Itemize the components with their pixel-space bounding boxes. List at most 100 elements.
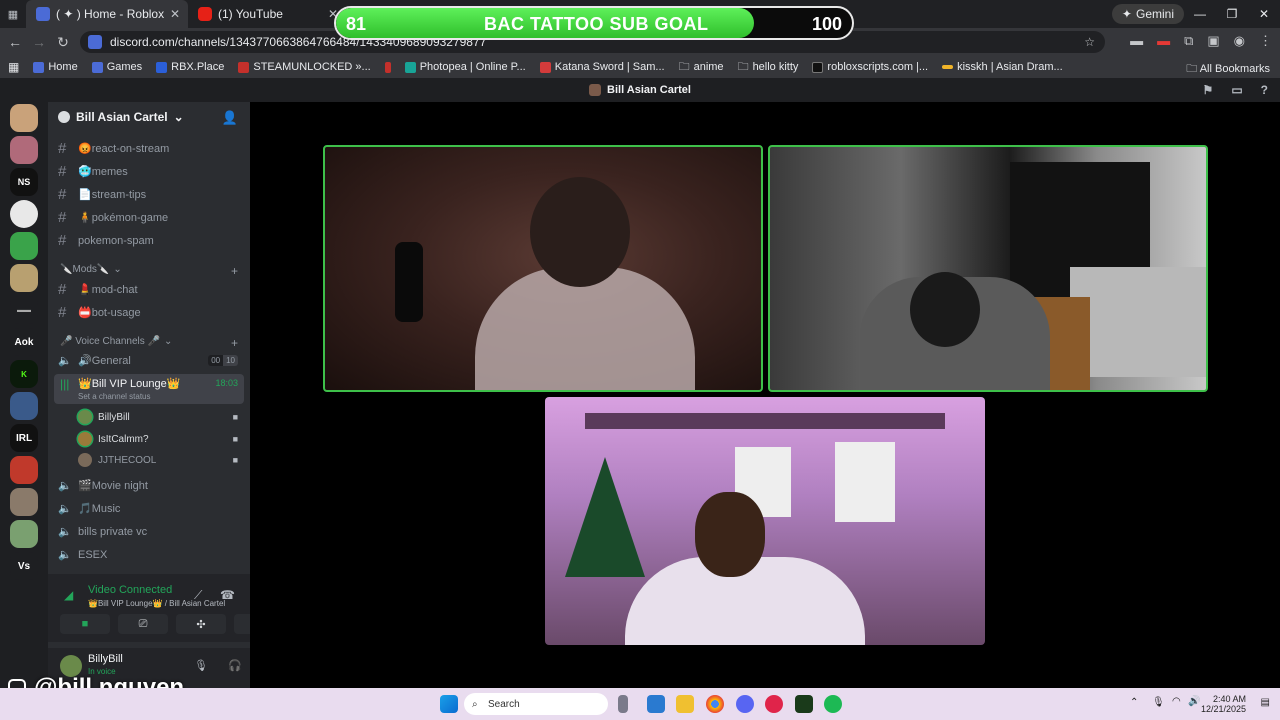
category-mods[interactable]: 🔪Mods🔪 ⌄ + [60, 264, 238, 278]
invite-people-icon[interactable]: 👤 [222, 110, 238, 126]
bookmark-red[interactable] [384, 61, 391, 73]
screenshare-button[interactable]: ⎚ [118, 614, 168, 634]
headphones-icon[interactable]: 🎧 [228, 659, 242, 672]
windows-start-icon[interactable] [440, 695, 458, 713]
chrome-icon[interactable] [706, 695, 724, 713]
bookmark-robloxscripts[interactable]: robloxscripts.com |... [812, 61, 928, 73]
site-info-icon[interactable] [88, 35, 102, 49]
minimize-icon[interactable]: — [1184, 7, 1216, 21]
bookmark-home[interactable]: Home [33, 61, 78, 73]
tab-search-icon[interactable]: ▦ [0, 8, 26, 21]
add-channel-icon[interactable]: + [231, 336, 238, 350]
connection-location[interactable]: 👑Bill VIP Lounge👑 / Bill Asian Cartel [88, 599, 225, 608]
bookmark-steamunlocked[interactable]: STEAMUNLOCKED »... [238, 61, 371, 73]
volume-icon[interactable]: 🔊 [1188, 696, 1200, 707]
bookmark-photopea[interactable]: Photopea | Online P... [404, 61, 526, 73]
bookmark-katana[interactable]: Katana Sword | Sam... [539, 61, 665, 73]
disconnect-icon[interactable]: ☎ [220, 588, 235, 602]
discord-app-icon[interactable] [736, 695, 754, 713]
spotify-icon[interactable] [824, 695, 842, 713]
bookmark-kisskh[interactable]: kisskh | Asian Dram... [942, 61, 1063, 73]
restore-icon[interactable]: ❐ [1216, 7, 1248, 21]
voice-user-jjthecool[interactable]: JJTHECOOL ■ [78, 453, 238, 467]
server-icon-ns[interactable]: NS [10, 168, 38, 196]
bookmark-anime[interactable]: 🗀 anime [679, 58, 724, 77]
channel-pokemon-spam[interactable]: # pokemon-spam [58, 232, 238, 249]
server-icon-14[interactable] [10, 520, 38, 548]
menu-icon[interactable]: ⋮ [1259, 33, 1272, 49]
voice-channel-general[interactable]: 🔈 🔊General 00 10 [58, 354, 238, 367]
server-icon-aok[interactable]: Aok [10, 328, 38, 356]
back-icon[interactable]: ← [3, 34, 27, 50]
clock[interactable]: 2:40 AM 12/21/2025 [1201, 694, 1246, 714]
video-tile-1[interactable] [323, 145, 763, 392]
apps-grid-icon[interactable]: ▦ [8, 60, 19, 74]
activities-button[interactable]: ✣ [176, 614, 226, 634]
voice-user-billybill[interactable]: BillyBill ■ [78, 410, 238, 424]
help-icon[interactable]: ? [1261, 83, 1268, 97]
photos-app-icon[interactable] [647, 695, 665, 713]
all-bookmarks[interactable]: 🗀 All Bookmarks [1186, 60, 1270, 79]
file-explorer-icon[interactable] [676, 695, 694, 713]
voice-channel-music[interactable]: 🔈 🎵Music [58, 502, 238, 515]
category-voice[interactable]: 🎤 Voice Channels 🎤 ⌄ + [60, 336, 238, 350]
server-icon-kick[interactable]: K [10, 360, 38, 388]
server-icon-4[interactable] [10, 200, 38, 228]
server-icon-irl[interactable]: IRL [10, 424, 38, 452]
server-icon-1[interactable] [10, 104, 38, 132]
inbox-icon[interactable]: ▭ [1231, 83, 1242, 97]
close-window-icon[interactable]: ✕ [1248, 7, 1280, 21]
bookmark-hello-kitty[interactable]: 🗀 hello kitty [738, 58, 799, 77]
bookmark-star-icon[interactable]: ☆ [1084, 35, 1095, 49]
forward-icon[interactable]: → [27, 34, 51, 50]
wifi-icon[interactable]: ◠ [1172, 696, 1181, 707]
task-view-icon[interactable] [618, 695, 628, 713]
channel-mod-chat[interactable]: # 💄mod-chat [58, 281, 238, 298]
channel-pokemon-game[interactable]: # 🧍pokémon-game [58, 209, 238, 226]
tab-roblox[interactable]: ( ✦ ) Home - Roblox ✕ [26, 0, 188, 28]
channel-stream-tips[interactable]: # 📄stream-tips [58, 186, 238, 203]
channel-react-on-stream[interactable]: # 😡react-on-stream [58, 140, 238, 157]
bookmark-games[interactable]: Games [91, 61, 142, 73]
voice-channel-esex[interactable]: 🔈 ESEX [58, 548, 238, 562]
server-icon-13[interactable] [10, 488, 38, 516]
tray-chevron-icon[interactable]: ⌃ [1130, 697, 1138, 708]
server-icon-2[interactable] [10, 136, 38, 164]
voice-channel-active[interactable]: ||| 👑Bill VIP Lounge👑 18:03 Set a channe… [54, 374, 244, 404]
adblock-icon[interactable]: ▬ [1157, 33, 1170, 49]
reload-icon[interactable]: ↻ [51, 34, 75, 51]
channel-status-text[interactable]: Set a channel status [78, 392, 151, 401]
server-icon-12[interactable] [10, 456, 38, 484]
server-icon-7[interactable]: ▬▬ [10, 296, 38, 324]
server-icon-vs[interactable]: Vs [10, 552, 38, 580]
opera-icon[interactable] [765, 695, 783, 713]
notification-icon[interactable]: ▤ [1261, 697, 1270, 708]
app-icon-green[interactable] [795, 695, 813, 713]
channel-memes[interactable]: # 🥶memes [58, 163, 238, 180]
add-channel-icon[interactable]: + [231, 264, 238, 278]
voice-channel-bills-private[interactable]: 🔈 bills private vc [58, 525, 238, 539]
video-tile-2[interactable] [768, 145, 1208, 392]
noise-suppression-icon[interactable]: ⟋ [194, 588, 202, 603]
flag-icon[interactable]: ⚑ [1203, 83, 1214, 97]
camera-button[interactable]: ■ [60, 614, 110, 634]
server-icon-6[interactable] [10, 264, 38, 292]
taskbar-search[interactable]: ⌕ Search [464, 693, 608, 715]
profile-avatar-icon[interactable]: ◉ [1234, 33, 1245, 49]
channel-bot-usage[interactable]: # 📛bot-usage [58, 304, 238, 321]
sidepanel-icon[interactable]: ▣ [1207, 33, 1219, 49]
server-header[interactable]: Bill Asian Cartel ⌄ [58, 110, 184, 124]
voice-user-isitcalmm[interactable]: IsItCalmm? ■ [78, 432, 238, 446]
gemini-button[interactable]: ✦ Gemini [1111, 4, 1184, 24]
bookmark-rbxplace[interactable]: RBX.Place [156, 61, 224, 73]
server-icon-5[interactable] [10, 232, 38, 260]
video-tile-3[interactable] [545, 397, 985, 645]
close-tab-icon[interactable]: ✕ [170, 7, 180, 21]
tab-youtube[interactable]: (1) YouTube ✕ [188, 0, 346, 28]
mic-tray-icon[interactable]: 🎙 [1152, 697, 1165, 708]
extension-icon[interactable]: ▬ [1130, 33, 1143, 49]
puzzle-icon[interactable]: ⧉ [1184, 33, 1193, 49]
server-icon-10[interactable] [10, 392, 38, 420]
microphone-icon[interactable]: 🎙 [194, 659, 208, 672]
voice-channel-movie-night[interactable]: 🔈 🎬Movie night [58, 479, 238, 492]
